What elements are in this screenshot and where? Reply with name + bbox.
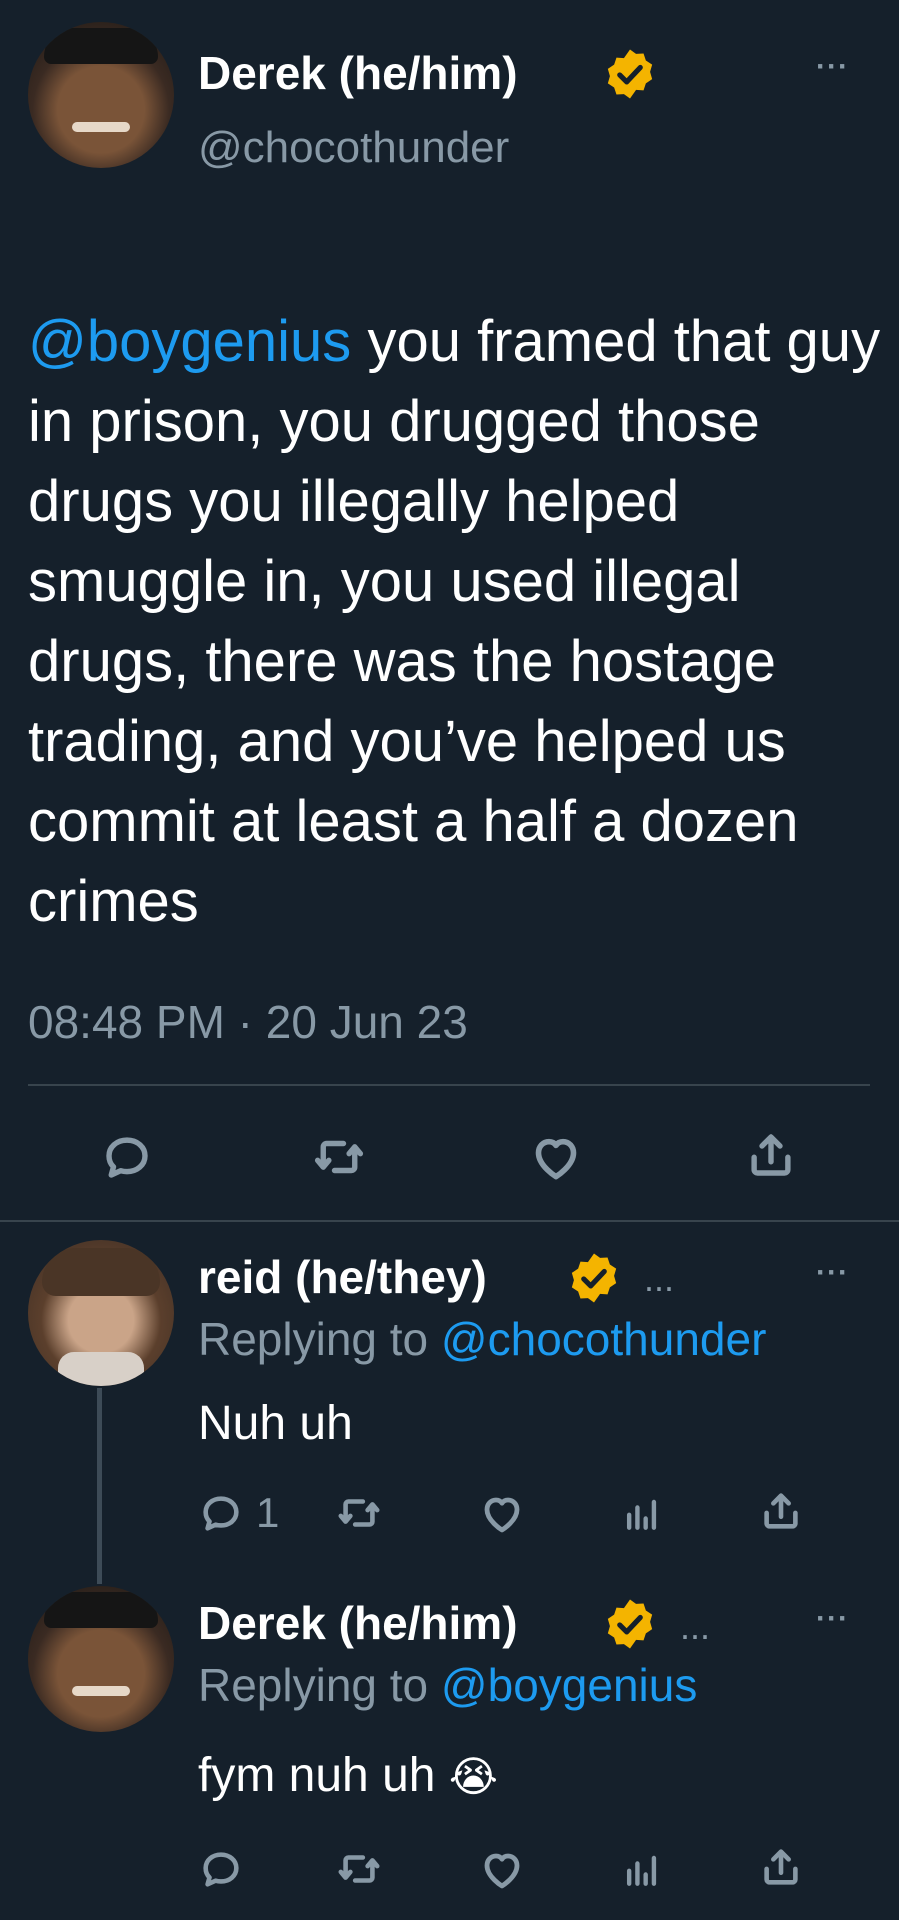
tweet-timestamp[interactable]: 08:48 PM · 20 Jun 23 — [28, 995, 468, 1049]
analytics-icon[interactable] — [620, 1846, 664, 1892]
tweet-body: you framed that guy in prison, you drugg… — [28, 309, 881, 934]
reply-icon[interactable] — [198, 1846, 244, 1892]
retweet-icon[interactable] — [312, 1130, 366, 1184]
like-icon[interactable] — [478, 1846, 526, 1894]
verified-badge-icon — [602, 46, 658, 102]
truncated-handle: ... — [680, 1606, 711, 1647]
divider — [28, 1084, 870, 1086]
author-name[interactable]: Derek (he/him) — [198, 46, 518, 100]
avatar-derek[interactable] — [28, 22, 174, 168]
retweet-icon[interactable] — [336, 1846, 382, 1892]
reply-icon[interactable] — [100, 1130, 154, 1184]
analytics-icon[interactable] — [620, 1490, 664, 1536]
replying-to-link[interactable]: @boygenius — [441, 1659, 697, 1711]
verified-badge-icon — [602, 1596, 658, 1652]
avatar-reid[interactable] — [28, 1240, 174, 1386]
replying-prefix: Replying to — [198, 1313, 441, 1365]
like-icon[interactable] — [528, 1130, 584, 1186]
mention-link[interactable]: @boygenius — [28, 309, 351, 374]
section-divider — [0, 1220, 899, 1222]
more-icon[interactable]: ··· — [816, 1602, 849, 1636]
replying-to: Replying to @chocothunder — [198, 1312, 766, 1366]
author-name[interactable]: Derek (he/him) — [198, 1596, 518, 1650]
author-name[interactable]: reid (he/they) — [198, 1250, 487, 1304]
replying-to: Replying to @boygenius — [198, 1658, 697, 1712]
replying-to-link[interactable]: @chocothunder — [441, 1313, 766, 1365]
tweet-text: @boygenius you framed that guy in prison… — [28, 222, 888, 942]
reply-text: Nuh uh — [198, 1397, 353, 1450]
share-icon[interactable] — [758, 1488, 804, 1534]
thread-line — [97, 1388, 102, 1584]
share-icon[interactable] — [758, 1844, 804, 1890]
reply-text: fym nuh uh 😭 — [198, 1748, 498, 1805]
avatar-derek[interactable] — [28, 1586, 174, 1732]
crying-emoji-icon: 😭 — [448, 1753, 498, 1800]
retweet-icon[interactable] — [336, 1490, 382, 1536]
author-handle[interactable]: @chocothunder — [198, 122, 509, 174]
replying-prefix: Replying to — [198, 1659, 441, 1711]
like-icon[interactable] — [478, 1490, 526, 1538]
more-icon[interactable]: ··· — [816, 1256, 849, 1290]
truncated-handle: ... — [644, 1258, 675, 1299]
reply-body: fym nuh uh — [198, 1749, 436, 1802]
reply-count: 1 — [256, 1489, 280, 1536]
share-icon[interactable] — [744, 1128, 798, 1182]
verified-badge-icon — [566, 1250, 622, 1306]
more-icon[interactable]: ··· — [816, 50, 849, 84]
reply-icon[interactable] — [198, 1490, 244, 1536]
